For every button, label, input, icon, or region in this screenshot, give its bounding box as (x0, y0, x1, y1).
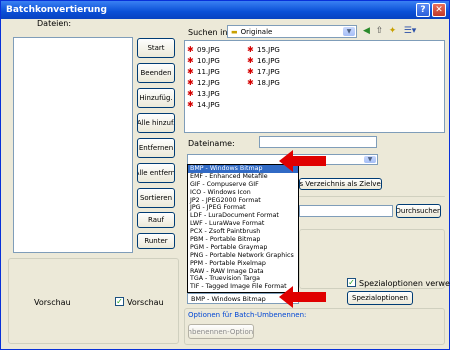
special-options-checkbox[interactable]: ✓ (347, 278, 356, 287)
close-button[interactable]: ✕ (432, 3, 446, 17)
image-file-icon: ✱ (247, 67, 254, 76)
red-arrow-bottom (279, 286, 326, 308)
set-target-folder-button[interactable]: ses Verzeichnis als Zielverz. (299, 178, 382, 190)
image-file-icon: ✱ (247, 56, 254, 65)
format-option[interactable]: PPM - Portable Pixelmap (188, 260, 298, 268)
format-option[interactable]: EMF - Enhanced Metafile (188, 173, 298, 181)
files-listbox[interactable] (13, 37, 133, 253)
format-option[interactable]: PBM - Portable Bitmap (188, 236, 298, 244)
folder-name: Originale (240, 27, 273, 36)
format-dropdown-list[interactable]: BMP - Windows Bitmap EMF - Enhanced Meta… (187, 164, 299, 293)
preview-checkbox-label: Vorschau (127, 298, 164, 307)
format-option[interactable]: JPG - JPEG Format (188, 204, 298, 212)
filename-label: Dateiname: (188, 139, 235, 148)
add-all-button[interactable]: Alle hinzuf. (137, 113, 175, 133)
format-option[interactable]: PCX - Zsoft Paintbrush (188, 228, 298, 236)
file-item[interactable]: ✱ 11.JPG (187, 67, 220, 76)
format-option[interactable]: ICO - Windows Icon (188, 189, 298, 197)
format-option[interactable]: TGA - Truevision Targa (188, 275, 298, 283)
preview-checkbox[interactable]: ✓ (115, 297, 124, 306)
folder-combo[interactable]: ▬ Originale ▼ (227, 25, 357, 38)
add-button[interactable]: Hinzufüg. (137, 88, 175, 108)
special-options-button[interactable]: Spezialoptionen (347, 291, 413, 305)
image-file-icon: ✱ (187, 100, 194, 109)
file-item[interactable]: ✱ 18.JPG (247, 78, 280, 87)
back-icon[interactable]: ◀ (361, 26, 372, 37)
view-menu-icon[interactable]: ☰▾ (402, 26, 418, 37)
help-button[interactable]: ? (416, 3, 430, 17)
file-item[interactable]: ✱ 15.JPG (247, 45, 280, 54)
remove-all-button[interactable]: Alle entfern. (137, 163, 175, 183)
image-file-icon: ✱ (187, 67, 194, 76)
preview-label: Vorschau (34, 298, 71, 307)
files-label: Dateien: (37, 19, 72, 28)
rename-group-label: Optionen für Batch-Umbenennen: (188, 311, 307, 319)
format-option[interactable]: PGM - Portable Graymap (188, 244, 298, 252)
chevron-down-icon: ▼ (364, 156, 376, 163)
up-button[interactable]: Rauf (137, 212, 175, 228)
browse-button[interactable]: Durchsuchen (396, 204, 441, 218)
divider (299, 196, 445, 197)
file-item[interactable]: ✱ 09.JPG (187, 45, 220, 54)
down-button[interactable]: Runter (137, 233, 175, 249)
file-item[interactable]: ✱ 13.JPG (187, 89, 220, 98)
file-item[interactable]: ✱ 12.JPG (187, 78, 220, 87)
file-item[interactable]: ✱ 17.JPG (247, 67, 280, 76)
search-label: Suchen in: (188, 28, 231, 37)
special-options-label: Spezialoptionen verwenden (359, 279, 450, 288)
window-title: Batchkonvertierung (6, 5, 107, 15)
format-selected: BMP - Windows Bitmap (191, 294, 266, 303)
image-file-icon: ✱ (187, 78, 194, 87)
title-bar: Batchkonvertierung ? ✕ (1, 1, 449, 19)
file-listing[interactable]: ✱ 09.JPG ✱ 10.JPG ✱ 11.JPG ✱ 12.JPG ✱ 13.JPG … (184, 40, 445, 133)
target-path-input[interactable] (299, 205, 393, 217)
image-file-icon: ✱ (187, 89, 194, 98)
format-option[interactable]: GIF - Compuserve GIF (188, 181, 298, 189)
chevron-down-icon: ▼ (343, 27, 355, 36)
format-option[interactable]: LWF - LuraWave Format (188, 220, 298, 228)
batch-convert-window: Batchkonvertierung ? ✕ Dateien: Start Be… (0, 0, 450, 350)
start-button[interactable]: Start (137, 38, 175, 58)
folder-icon: ▬ (231, 27, 238, 36)
remove-button[interactable]: Entfernen (137, 138, 175, 158)
format-option[interactable]: JP2 - JPEG2000 Format (188, 197, 298, 205)
format-option[interactable]: RAW - RAW Image Data (188, 268, 298, 276)
image-file-icon: ✱ (247, 78, 254, 87)
format-option[interactable]: LDF - LuraDocument Format (188, 212, 298, 220)
file-item[interactable]: ✱ 10.JPG (187, 56, 220, 65)
file-item[interactable]: ✱ 14.JPG (187, 100, 220, 109)
file-item[interactable]: ✱ 16.JPG (247, 56, 280, 65)
filename-input[interactable] (259, 136, 377, 148)
new-folder-icon[interactable]: ✦ (387, 26, 398, 37)
image-file-icon: ✱ (187, 56, 194, 65)
up-folder-icon[interactable]: ⇧ (374, 26, 385, 37)
format-option[interactable]: PNG - Portable Network Graphics (188, 252, 298, 260)
sort-button[interactable]: Sortieren (137, 188, 175, 208)
beenden-button[interactable]: Beenden (137, 63, 175, 83)
image-file-icon: ✱ (247, 45, 254, 54)
image-file-icon: ✱ (187, 45, 194, 54)
red-arrow-top (279, 150, 326, 172)
rename-options-button[interactable]: Umbenennen-Optionen (188, 324, 254, 339)
